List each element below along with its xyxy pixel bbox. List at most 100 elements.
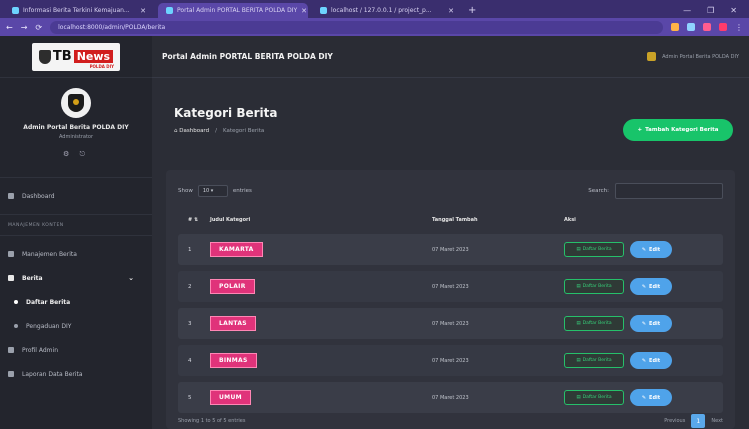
edit-label: Edit — [649, 320, 661, 327]
table-row: 3 LANTAS 07 Maret 2023 ▤ Daftar Berita ✎ E… — [178, 308, 723, 339]
list-icon: ▤ — [576, 247, 581, 252]
new-tab-button[interactable]: + — [468, 3, 476, 18]
close-window-button[interactable]: ✕ — [730, 6, 737, 15]
window-controls: — ❐ ✕ — [683, 3, 749, 18]
forward-arrow-icon[interactable]: → — [21, 23, 28, 32]
table-search: Search: — [588, 183, 723, 199]
edit-button[interactable]: ✎ Edit — [630, 315, 672, 332]
close-tab-icon[interactable]: ✕ — [301, 7, 307, 15]
browser-tab-2[interactable]: Portal Admin PORTAL BERITA POLDA DIY ✕ — [158, 3, 308, 18]
police-shield-icon — [38, 49, 51, 64]
logo-tb-text: TB — [52, 49, 72, 64]
close-tab-icon[interactable]: ✕ — [140, 7, 146, 15]
profile-icon[interactable] — [719, 23, 727, 31]
row-date: 07 Maret 2023 — [432, 357, 469, 364]
sidebar-item-label: Profil Admin — [22, 346, 58, 354]
list-news-label: Daftar Berita — [582, 321, 612, 326]
column-header-name[interactable]: Judul Kategori — [210, 217, 432, 223]
list-icon: ▤ — [576, 358, 581, 363]
reload-icon[interactable]: ⟳ — [35, 23, 42, 32]
edit-button[interactable]: ✎ Edit — [630, 389, 672, 406]
browser-tab-3[interactable]: localhost / 127.0.0.1 / project_p... ✕ — [312, 3, 462, 18]
entries-select[interactable]: 10 ▾ — [197, 185, 228, 197]
browser-tab-1[interactable]: Informasi Berita Terkini Kemajuan... ✕ — [4, 3, 154, 18]
menu-dots-icon[interactable]: ⋮ — [735, 23, 743, 32]
sidebar-item-berita[interactable]: Berita ⌄ — [0, 266, 152, 290]
edit-icon: ✎ — [641, 246, 647, 253]
extension-icon[interactable] — [703, 23, 711, 31]
sidebar-item-label: Manajemen Berita — [22, 250, 77, 258]
brand-area: TB News POLDA DIY — [0, 36, 152, 78]
pagination-next[interactable]: Next — [711, 418, 723, 424]
row-number: 5 — [188, 394, 192, 401]
minimize-button[interactable]: — — [683, 6, 691, 15]
pagination-previous[interactable]: Previous — [664, 418, 685, 424]
chevron-down-icon: ⌄ — [128, 274, 134, 282]
breadcrumb-home-label: Dashboard — [179, 128, 210, 134]
newspaper-icon — [8, 275, 14, 281]
tbnews-logo[interactable]: TB News POLDA DIY — [32, 42, 120, 71]
user-panel: Admin Portal Berita POLDA DIY Administra… — [0, 78, 152, 178]
list-icon: ▤ — [576, 284, 581, 289]
url-input[interactable]: localhost:8000/admin/POLDA/berita — [50, 20, 663, 34]
pagination: Previous 1 Next — [664, 414, 723, 428]
extension-icon[interactable] — [687, 23, 695, 31]
edit-button[interactable]: ✎ Edit — [630, 352, 672, 369]
tab-title: Portal Admin PORTAL BERITA POLDA DIY — [177, 7, 298, 14]
sidebar-item-dashboard[interactable]: Dashboard — [0, 184, 152, 208]
row-date: 07 Maret 2023 — [432, 246, 469, 253]
extension-icon[interactable] — [671, 23, 679, 31]
tab-favicon-icon — [320, 7, 327, 14]
edit-label: Edit — [649, 283, 661, 290]
list-news-button[interactable]: ▤ Daftar Berita — [564, 279, 624, 294]
sidebar-item-profil[interactable]: Profil Admin — [0, 338, 152, 362]
close-tab-icon[interactable]: ✕ — [448, 7, 454, 15]
category-name: UMUM — [210, 390, 251, 405]
user-icon — [8, 347, 14, 353]
pagination-page-1[interactable]: 1 — [691, 414, 706, 428]
bullet-icon — [14, 324, 18, 328]
list-news-label: Daftar Berita — [582, 395, 612, 400]
list-news-button[interactable]: ▤ Daftar Berita — [564, 242, 624, 257]
user-action-icons[interactable]: ⚙ ⎋ — [0, 150, 152, 159]
sidebar-item-daftar-berita[interactable]: Daftar Berita — [0, 290, 152, 314]
plus-icon: + — [637, 127, 643, 133]
police-badge-icon — [68, 94, 84, 112]
breadcrumb: ⌂ Dashboard / Kategori Berita — [174, 128, 264, 134]
list-icon: ▤ — [576, 321, 581, 326]
column-header-action: Aksi — [564, 217, 576, 223]
topbar-user-menu[interactable]: Admin Portal Berita POLDA DIY — [647, 52, 739, 61]
back-arrow-icon[interactable]: ← — [6, 23, 13, 32]
edit-icon: ✎ — [641, 283, 647, 290]
edit-button[interactable]: ✎ Edit — [630, 241, 672, 258]
list-news-button[interactable]: ▤ Daftar Berita — [564, 353, 624, 368]
user-avatar-icon — [647, 52, 657, 61]
maximize-button[interactable]: ❐ — [707, 6, 714, 15]
column-header-no[interactable]: # ⇅ — [178, 217, 210, 223]
list-news-button[interactable]: ▤ Daftar Berita — [564, 390, 624, 405]
sidebar: TB News POLDA DIY Admin Portal Berita PO… — [0, 36, 152, 429]
sidebar-item-label: Berita — [22, 274, 43, 282]
row-number: 4 — [188, 357, 192, 364]
tab-favicon-icon — [166, 7, 173, 14]
sidebar-item-laporan[interactable]: Laporan Data Berita — [0, 362, 152, 386]
sidebar-item-label: Daftar Berita — [26, 298, 71, 306]
row-date: 07 Maret 2023 — [432, 320, 469, 327]
page-title: Kategori Berita — [174, 106, 278, 120]
folder-icon — [8, 251, 14, 257]
column-header-date[interactable]: Tanggal Tambah — [432, 217, 564, 223]
edit-button[interactable]: ✎ Edit — [630, 278, 672, 295]
add-category-button[interactable]: + Tambah Kategori Berita — [623, 119, 733, 141]
table-row: 2 POLAIR 07 Maret 2023 ▤ Daftar Berita ✎ E… — [178, 271, 723, 302]
search-input[interactable] — [615, 183, 723, 199]
user-name: Admin Portal Berita POLDA DIY — [23, 124, 129, 131]
list-news-label: Daftar Berita — [582, 284, 612, 289]
list-news-button[interactable]: ▤ Daftar Berita — [564, 316, 624, 331]
sidebar-item-manajemen[interactable]: Manajemen Berita — [0, 242, 152, 266]
sidebar-item-pengaduan[interactable]: Pengaduan DIY — [0, 314, 152, 338]
row-number: 3 — [188, 320, 192, 327]
edit-label: Edit — [649, 246, 661, 253]
logo-sub-text: POLDA DIY — [89, 63, 114, 69]
breadcrumb-home[interactable]: ⌂ Dashboard — [174, 128, 209, 134]
show-label: Show — [178, 188, 193, 194]
